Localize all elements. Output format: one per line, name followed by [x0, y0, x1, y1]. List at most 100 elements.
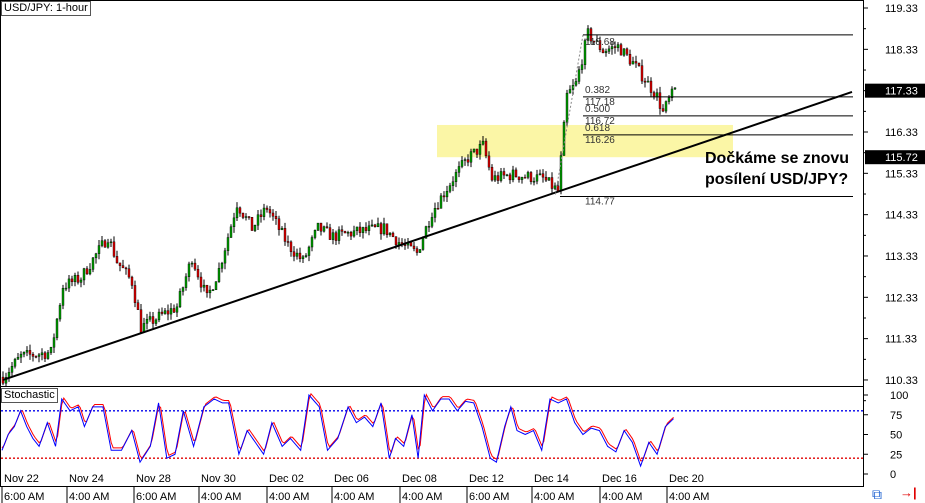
candle-up	[226, 237, 230, 251]
candle-up	[16, 357, 20, 360]
candle-up	[208, 289, 212, 294]
candle-up	[481, 140, 485, 145]
candle-up	[58, 305, 62, 320]
candle-up	[181, 287, 185, 292]
date-label: Dec 08	[402, 473, 437, 485]
candle-up	[580, 64, 584, 70]
candle-down	[259, 214, 263, 217]
candle-up	[310, 237, 314, 248]
candle-up	[673, 87, 677, 90]
candle-up	[337, 229, 341, 241]
scroll-end-icon[interactable]: →|	[900, 485, 917, 500]
candle-up	[526, 172, 530, 178]
candle-up	[532, 180, 536, 183]
candle-up	[559, 155, 563, 191]
candle-up	[376, 223, 380, 228]
candle-up	[13, 359, 17, 367]
candle-down	[358, 226, 362, 233]
candle-up	[316, 222, 320, 231]
fib-diagonal	[554, 34, 584, 197]
candle-down	[334, 232, 338, 241]
candle-up	[106, 242, 110, 248]
candle-up	[154, 319, 158, 324]
candle-down	[640, 65, 644, 82]
candle-down	[112, 241, 116, 257]
stoch-tick-label: 0	[890, 469, 896, 481]
candle-up	[7, 372, 11, 378]
candle-down	[409, 242, 413, 247]
candle-down	[103, 240, 107, 248]
fib-ratio-label: 0.382	[585, 85, 610, 96]
candle-up	[202, 284, 206, 288]
candle-down	[442, 195, 446, 198]
candle-up	[469, 151, 473, 163]
candle-up	[91, 257, 95, 270]
candle-down	[76, 274, 80, 283]
candle-up	[223, 250, 227, 264]
candle-up	[109, 241, 113, 244]
candle-down	[130, 276, 134, 286]
candle-down	[556, 185, 560, 191]
candle-up	[46, 352, 50, 359]
annotation-line-2: posílení USD/JPY?	[705, 171, 849, 188]
candle-up	[37, 354, 41, 357]
time-label: 4:00 AM	[69, 491, 109, 503]
candle-up	[40, 352, 44, 356]
time-label: 4:00 AM	[269, 491, 309, 503]
candle-up	[667, 97, 671, 102]
time-label: 6:00 AM	[136, 491, 176, 503]
candle-down	[541, 173, 545, 178]
candle-down	[292, 251, 296, 257]
date-label: Dec 14	[534, 473, 569, 485]
candle-up	[22, 351, 26, 355]
candle-down	[121, 265, 125, 269]
price-tick-label: 112.33	[885, 292, 918, 304]
candle-up	[79, 279, 83, 283]
candle-down	[415, 248, 419, 253]
candle-down	[199, 276, 203, 288]
candle-up	[100, 240, 104, 246]
price-tick-label: 110.33	[885, 375, 918, 387]
time-label: 4:00 AM	[602, 491, 642, 503]
chart-canvas[interactable]: 119.33 118.33 117.33 116.33 115.33 114.33 113.…	[0, 0, 925, 503]
candle-up	[448, 185, 452, 192]
candle-up	[463, 159, 467, 161]
candle-up	[73, 274, 77, 283]
time-label: 4:00 AM	[534, 491, 574, 503]
candle-up	[493, 175, 497, 181]
candle-down	[289, 241, 293, 252]
candle-down	[325, 226, 329, 228]
candle-up	[307, 246, 311, 256]
candle-up	[631, 61, 635, 65]
candle-up	[10, 366, 14, 373]
candle-down	[172, 308, 176, 313]
candle-up	[646, 80, 650, 83]
stoch-tick-label: 75	[890, 410, 902, 422]
candle-down	[283, 228, 287, 242]
candle-down	[298, 252, 302, 259]
candle-down	[523, 177, 527, 179]
candle-down	[514, 169, 518, 178]
candle-down	[286, 241, 290, 243]
candle-up	[253, 225, 257, 231]
annotation-text: Dočkáme se znovu posílení USD/JPY?	[705, 148, 849, 190]
sync-icon[interactable]: ⧉	[872, 486, 882, 503]
candle-up	[244, 216, 248, 218]
candle-up	[178, 291, 182, 308]
candle-down	[529, 172, 533, 182]
candle-up	[322, 226, 326, 232]
candle-down	[340, 229, 344, 232]
candle-down	[385, 223, 389, 235]
date-label: Dec 02	[269, 473, 304, 485]
candle-up	[472, 148, 476, 152]
candle-up	[82, 268, 86, 281]
candle-down	[247, 216, 251, 218]
time-label: 4:00 AM	[334, 491, 374, 503]
candle-up	[19, 353, 23, 358]
candle-up	[607, 48, 611, 52]
candle-up	[361, 227, 365, 233]
candle-up	[433, 208, 437, 218]
candle-down	[394, 236, 398, 246]
candle-up	[427, 226, 431, 228]
candle-down	[619, 44, 623, 56]
